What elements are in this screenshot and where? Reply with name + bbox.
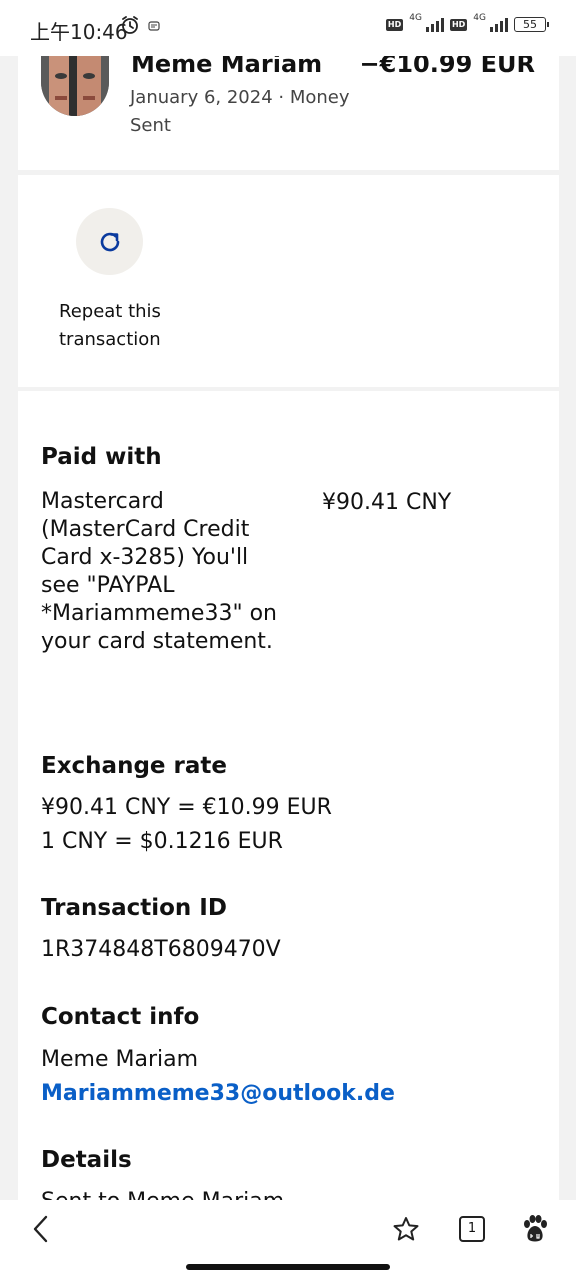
status-time: 上午10:46 (30, 20, 128, 44)
battery-icon: 55 (514, 17, 549, 32)
paid-with-title: Paid with (41, 444, 162, 470)
back-arrow-icon[interactable] (30, 1214, 54, 1244)
notification-icon (148, 21, 160, 31)
transaction-details-page: Meme Mariam January 6, 2024 · Money Sent… (0, 0, 576, 1200)
repeat-transaction-card: Repeat this transaction (18, 175, 559, 387)
contact-email-link[interactable]: Mariammeme33@outlook.de (41, 1080, 395, 1108)
avatar (41, 56, 109, 116)
network-label-1: 4G (409, 12, 422, 23)
home-indicator[interactable] (186, 1264, 390, 1270)
signal-icon (490, 17, 508, 32)
hd-badge-1: HD (385, 18, 404, 31)
details-title: Details (41, 1147, 132, 1173)
paid-with-amount: ¥90.41 CNY (322, 490, 452, 515)
exchange-rate-title: Exchange rate (41, 753, 227, 779)
exchange-rate-line2: 1 CNY = $0.1216 EUR (41, 829, 283, 854)
refresh-icon (100, 232, 119, 251)
transaction-id-value: 1R374848T6809470V (41, 937, 281, 962)
star-icon[interactable] (392, 1216, 420, 1242)
exchange-rate-line1: ¥90.41 CNY = €10.99 EUR (41, 795, 332, 820)
network-label-2: 4G (473, 12, 486, 23)
paid-with-description: Mastercard (MasterCard Credit Card x-328… (41, 489, 277, 654)
payment-details-card: Paid with Mastercard (MasterCard Credit … (18, 391, 559, 1200)
tabs-button[interactable]: 1 (459, 1216, 485, 1242)
details-partial-line: Sent to Meme Mariam (41, 1188, 284, 1200)
repeat-transaction-label[interactable]: Repeat this transaction (59, 298, 199, 354)
hd-badge-2: HD (449, 18, 468, 31)
browser-bottom-bar: 1 (0, 1200, 576, 1280)
contact-name: Meme Mariam (41, 1047, 199, 1072)
alarm-icon (122, 16, 138, 34)
baidu-paw-icon[interactable] (520, 1214, 550, 1244)
status-bar: 上午10:46 HD 4G HD 4G 55 (0, 0, 576, 56)
repeat-transaction-button[interactable] (76, 208, 143, 275)
status-indicators: HD 4G HD 4G 55 (385, 13, 549, 32)
transaction-id-title: Transaction ID (41, 895, 227, 921)
transaction-date-type: January 6, 2024 · Money Sent (130, 87, 350, 136)
transaction-summary-card: Meme Mariam January 6, 2024 · Money Sent… (18, 50, 559, 170)
signal-icon (425, 17, 444, 32)
contact-info-title: Contact info (41, 1004, 200, 1030)
